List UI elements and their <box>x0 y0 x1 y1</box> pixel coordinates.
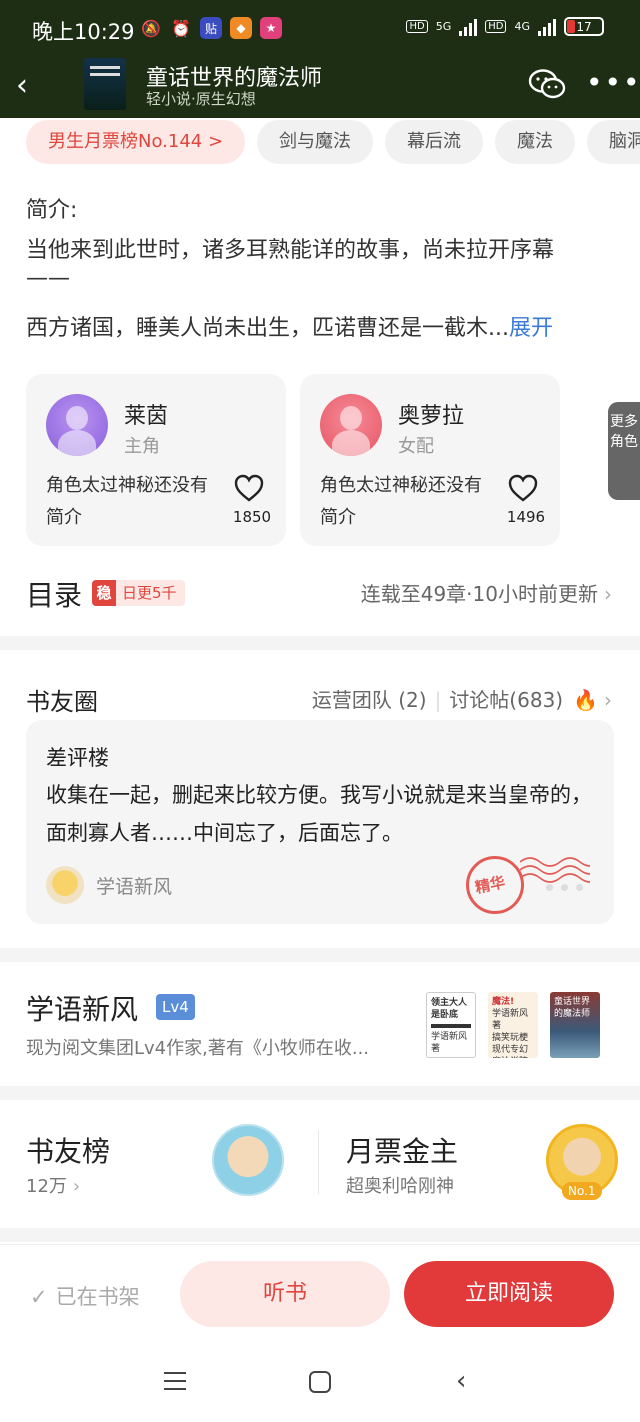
no1-badge: No.1 <box>562 1182 602 1200</box>
section-divider <box>0 1086 640 1100</box>
ticket-rank-title[interactable]: 月票金主 <box>346 1130 458 1170</box>
like-count: 1496 <box>506 508 546 526</box>
status-time: 晚上10:29 <box>32 20 135 44</box>
status-bar: 晚上10:29 🔕 ⏰ 贴 ◆ ★ HD 5G HD 4G 17 <box>0 0 640 58</box>
intro-label: 简介: <box>26 198 78 223</box>
flame-icon: 🔥 <box>573 688 598 712</box>
author-book-cover[interactable]: 魔法! 学语新风著 搞笑玩梗现代专幻魔法学院 <box>488 992 538 1058</box>
fans-rank-avatar[interactable] <box>212 1124 284 1196</box>
character-avatar <box>320 394 382 456</box>
shelf-status[interactable]: ✓ 已在书架 <box>30 1281 140 1311</box>
ticket-top-user[interactable]: 超奥利哈刚神 <box>346 1172 454 1198</box>
heart-icon[interactable] <box>234 474 264 502</box>
menu-icon[interactable] <box>164 1372 186 1390</box>
hd-badge-2: HD <box>485 20 507 33</box>
tag-rank[interactable]: 男生月票榜No.144 > <box>26 120 246 164</box>
hd-badge: HD <box>406 20 428 33</box>
stable-mark: 稳 <box>92 580 116 606</box>
character-name: 莱茵 <box>124 404 169 429</box>
author-level-badge: Lv4 <box>156 994 195 1020</box>
back-nav-icon[interactable]: ‹ <box>456 1368 466 1394</box>
character-card[interactable]: 奥萝拉 女配 角色太过神秘还没有简介 1496 <box>300 374 560 546</box>
tag-item[interactable]: 脑洞 <box>587 120 640 164</box>
catalog-status[interactable]: 连载至49章·10小时前更新 › <box>361 578 612 607</box>
signal-icon <box>459 18 478 36</box>
character-avatar <box>46 394 108 456</box>
bottom-action-bar: ✓ 已在书架 听书 立即阅读 <box>0 1244 640 1344</box>
circle-meta[interactable]: 运营团队 (2) | 讨论帖(683) 🔥 › <box>312 684 612 713</box>
app-tie-icon: 贴 <box>200 17 222 39</box>
intro-text-line: 当他来到此世时，诸多耳熟能详的故事，尚未拉开序幕 <box>26 238 555 263</box>
expand-link[interactable]: 展开 <box>509 316 553 341</box>
book-cover-thumbnail <box>84 58 126 110</box>
alarm-icon: ⏰ <box>171 18 191 38</box>
listen-button[interactable]: 听书 <box>180 1261 390 1327</box>
tag-item[interactable]: 幕后流 <box>385 120 484 164</box>
check-icon: ✓ <box>30 1285 48 1309</box>
character-name: 奥萝拉 <box>398 404 465 429</box>
section-divider <box>0 1228 640 1242</box>
post-title: 差评楼 <box>46 746 109 770</box>
mute-icon: 🔕 <box>141 18 161 38</box>
post-author[interactable]: 学语新风 <box>96 872 172 899</box>
chevron-right-icon: › <box>604 688 612 712</box>
author-avatar[interactable] <box>46 866 84 904</box>
title-bar: ‹ 童话世界的魔法师 轻小说·原生幻想 ••• <box>0 58 640 118</box>
section-divider <box>0 636 640 650</box>
chevron-right-icon: › <box>72 1176 81 1197</box>
featured-post[interactable]: 差评楼 收集在一起，删起来比较方便。我写小说就是来当皇帝的，面刺寡人者……中间忘… <box>26 720 614 924</box>
fans-rank-title[interactable]: 书友榜 <box>26 1130 110 1170</box>
tag-row: 男生月票榜No.144 > 剑与魔法 幕后流 魔法 脑洞 <box>26 120 640 166</box>
update-badge: 稳日更5千 <box>92 580 185 606</box>
more-options-icon[interactable]: ••• <box>586 66 640 99</box>
character-desc: 角色太过神秘还没有简介 <box>46 475 208 528</box>
rank-divider <box>318 1130 319 1194</box>
battery-icon: 17 <box>564 17 604 36</box>
read-now-button[interactable]: 立即阅读 <box>404 1261 614 1327</box>
author-book-cover[interactable]: 领主大人是卧底 学语新风著 <box>426 992 476 1058</box>
tag-item[interactable]: 魔法 <box>495 120 576 164</box>
character-card[interactable]: 莱茵 主角 角色太过神秘还没有简介 1850 <box>26 374 286 546</box>
wechat-share-icon[interactable] <box>528 68 566 100</box>
character-desc: 角色太过神秘还没有简介 <box>320 475 482 528</box>
more-roles-tab[interactable]: 更多角色 <box>608 402 640 500</box>
author-desc: 现为阅文集团Lv4作家,著有《小牧师在收... <box>26 1038 370 1059</box>
tag-item[interactable]: 剑与魔法 <box>257 120 374 164</box>
team-link: 运营团队 (2) <box>311 688 427 712</box>
intro-text-line: 西方诸国，睡美人尚未出生，匹诺曹还是一截木...展开 <box>26 316 553 341</box>
chevron-right-icon: › <box>604 582 612 606</box>
featured-stamp: 精华 <box>466 840 590 922</box>
network-5g: 5G <box>435 20 452 33</box>
catalog-title[interactable]: 目录 <box>26 574 82 614</box>
app-pink-icon: ★ <box>260 17 282 39</box>
book-category: 轻小说·原生幻想 <box>146 90 256 108</box>
status-icons: 🔕 ⏰ 贴 ◆ ★ <box>140 17 282 39</box>
circle-title[interactable]: 书友圈 <box>26 682 98 717</box>
heart-icon[interactable] <box>508 474 538 502</box>
signal-icon-2 <box>538 18 556 36</box>
intro-text-line: —— <box>26 266 70 291</box>
stamp-waves-icon <box>520 857 590 883</box>
app-orange-icon: ◆ <box>230 17 252 39</box>
character-role: 女配 <box>398 436 434 457</box>
section-divider <box>0 948 640 962</box>
fans-count[interactable]: 12万 › <box>26 1172 80 1198</box>
system-nav-bar: ‹ <box>0 1344 640 1422</box>
top-bar: 晚上10:29 🔕 ⏰ 贴 ◆ ★ HD 5G HD 4G 17 ‹ 童话世界的… <box>0 0 640 118</box>
author-name[interactable]: 学语新风 <box>26 988 138 1028</box>
home-icon[interactable] <box>309 1371 331 1393</box>
posts-link: 讨论帖(683) <box>449 688 564 712</box>
character-role: 主角 <box>124 436 160 457</box>
author-book-cover[interactable]: 童话世界的魔法师 <box>550 992 600 1058</box>
network-4g: 4G <box>514 20 530 33</box>
like-count: 1850 <box>232 508 272 526</box>
carousel-dots <box>546 884 583 891</box>
back-button[interactable]: ‹ <box>16 66 46 106</box>
status-right: HD 5G HD 4G 17 <box>406 17 604 36</box>
